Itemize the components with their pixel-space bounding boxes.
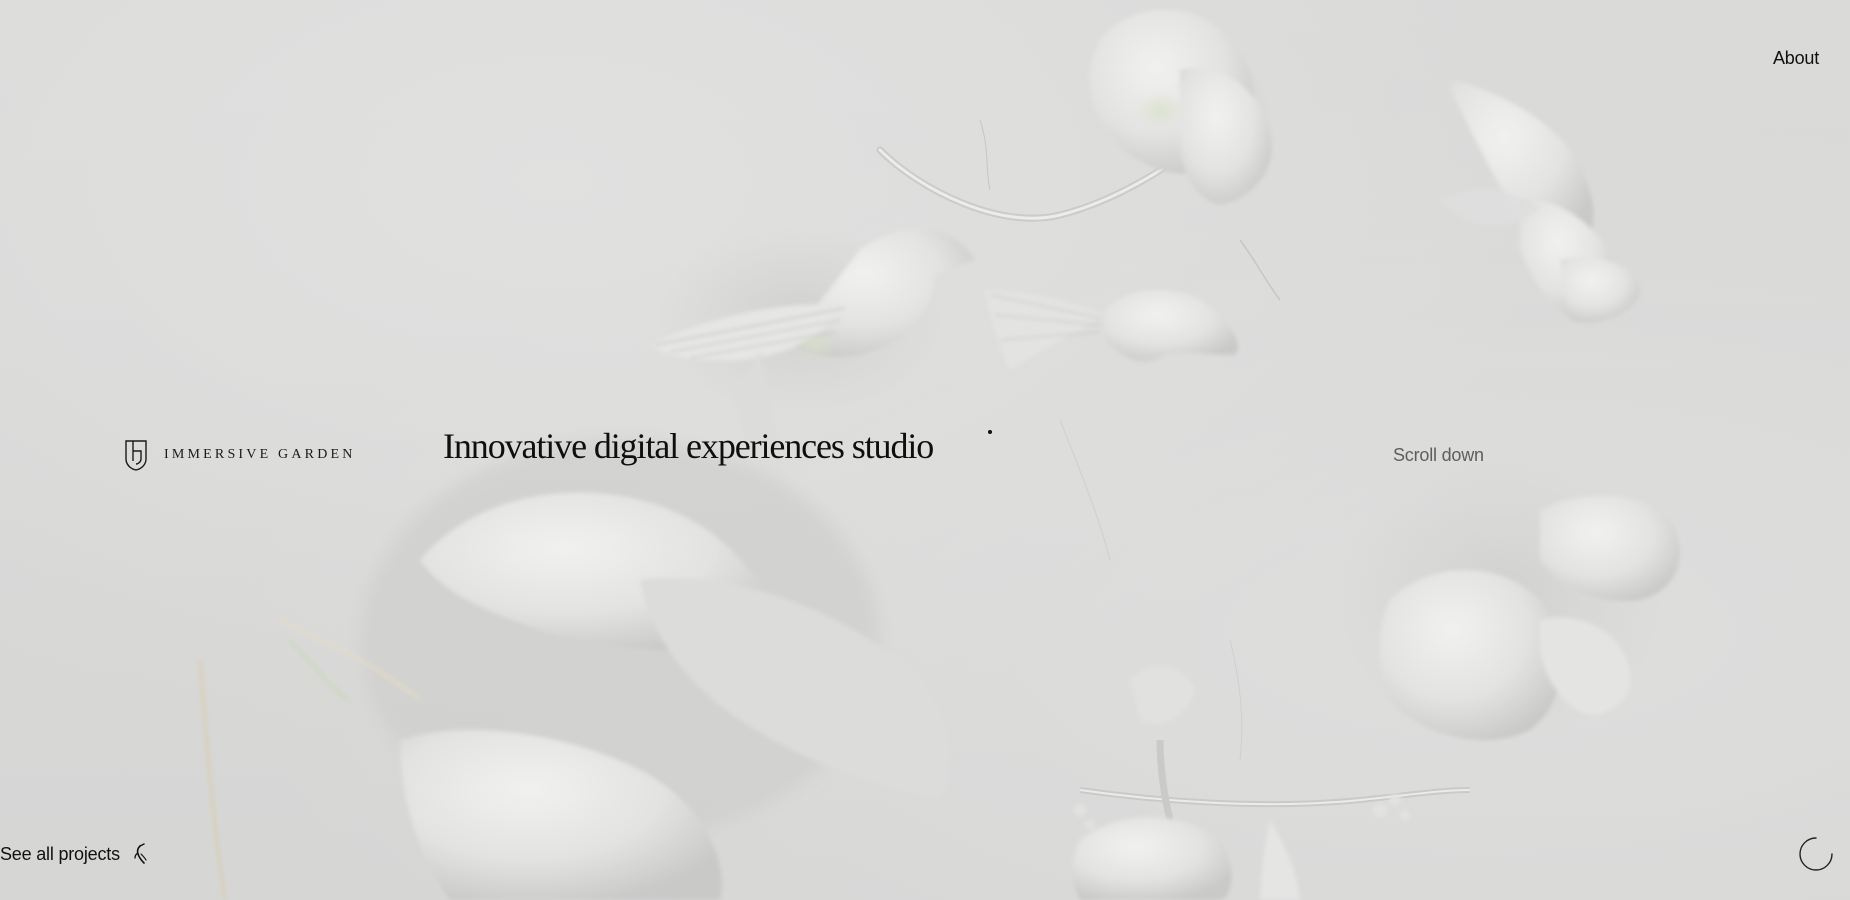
loading-ring-icon (1799, 837, 1833, 871)
hero-stage: About IMMERSIVE GARDEN Innovative digita… (0, 0, 1850, 900)
brand-name: IMMERSIVE GARDEN (164, 447, 356, 462)
see-all-projects-label: See all projects (0, 843, 120, 864)
see-all-projects-link[interactable]: See all projects (0, 842, 150, 866)
scroll-down-hint[interactable]: Scroll down (1393, 445, 1484, 466)
hero-tagline: Innovative digital experiences studio (443, 426, 934, 466)
about-link[interactable]: About (1773, 48, 1819, 69)
brand-logo[interactable]: IMMERSIVE GARDEN (124, 439, 356, 471)
cursor-dot (988, 430, 992, 434)
ig-shield-logo-icon (125, 440, 147, 471)
hummingbird-icon (134, 843, 147, 864)
